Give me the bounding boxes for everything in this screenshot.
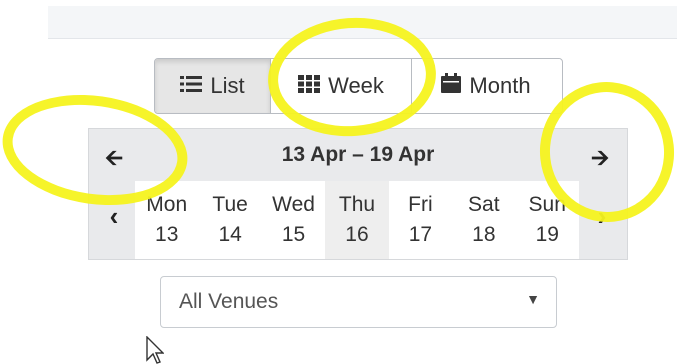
- list-view-label: List: [210, 73, 245, 98]
- week-calendar: 13 Apr – 19 Apr 🡨 🡪 ‹ › Mon 13 Tue 14 We…: [88, 128, 628, 260]
- day-name: Sat: [468, 193, 500, 216]
- day-date: 15: [281, 223, 306, 246]
- arrow-right-icon[interactable]: 🡪: [585, 141, 615, 179]
- grid-icon: [298, 73, 321, 99]
- week-view-button[interactable]: Week: [271, 59, 412, 113]
- day-fri[interactable]: Fri 17: [389, 181, 452, 259]
- day-name: Sun: [528, 193, 566, 216]
- day-date: 14: [218, 223, 242, 246]
- day-date: 18: [472, 223, 496, 246]
- day-mon[interactable]: Mon 13: [135, 181, 198, 259]
- day-sun[interactable]: Sun 19: [516, 181, 579, 259]
- list-icon: [180, 73, 203, 99]
- month-view-label: Month: [469, 73, 531, 98]
- venue-select[interactable]: All Venues ▼: [160, 276, 557, 328]
- day-wed[interactable]: Wed 15: [262, 181, 325, 259]
- day-sat[interactable]: Sat 18: [452, 181, 515, 259]
- month-view-button[interactable]: Month: [412, 59, 560, 113]
- day-name: Thu: [338, 193, 376, 216]
- view-toggle: List Week Month: [154, 58, 563, 114]
- date-range-label: 13 Apr – 19 Apr: [281, 143, 435, 166]
- top-bar: [48, 6, 677, 39]
- day-date: 19: [535, 223, 559, 246]
- day-name: Wed: [272, 193, 315, 216]
- day-name: Mon: [146, 193, 188, 216]
- day-thu[interactable]: Thu 16: [325, 181, 389, 259]
- day-date: 17: [408, 223, 433, 246]
- week-view-label: Week: [328, 73, 384, 98]
- chevron-left-icon[interactable]: ‹: [101, 201, 127, 232]
- venue-select-value: All Venues: [179, 290, 279, 313]
- caret-down-icon: ▼: [526, 291, 540, 307]
- day-date: 16: [345, 223, 369, 246]
- chevron-right-icon[interactable]: ›: [589, 201, 615, 232]
- list-view-button[interactable]: List: [155, 59, 271, 113]
- calendar-header: 13 Apr – 19 Apr: [89, 129, 627, 181]
- day-name: Tue: [212, 193, 248, 216]
- arrow-left-icon[interactable]: 🡨: [99, 141, 129, 179]
- day-tue[interactable]: Tue 14: [198, 181, 261, 259]
- day-name: Fri: [408, 193, 433, 216]
- calendar-icon: [441, 73, 462, 99]
- day-strip: Mon 13 Tue 14 Wed 15 Thu 16 Fri 17 Sat 1…: [135, 181, 579, 259]
- day-date: 13: [155, 223, 179, 246]
- mouse-cursor-icon: [146, 336, 164, 364]
